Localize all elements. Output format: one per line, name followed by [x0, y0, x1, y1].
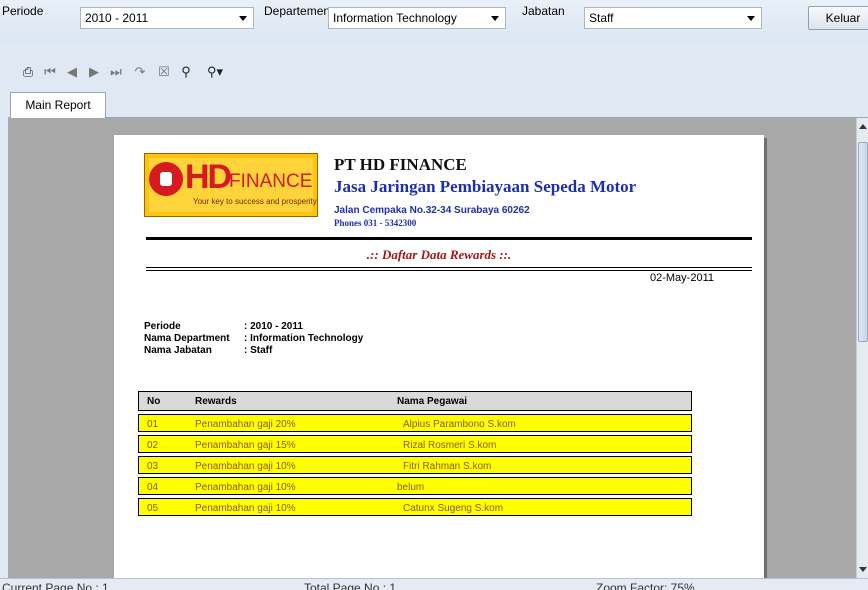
- company-name: PT HD FINANCE: [334, 155, 467, 174]
- departemen-value: Information Technology: [333, 11, 457, 25]
- table-header: No Rewards Nama Pegawai: [138, 391, 692, 411]
- zoom-status: Zoom Factor: 75%: [596, 581, 695, 590]
- company-slogan: Jasa Jaringan Pembiayaan Sepeda Motor: [334, 177, 637, 196]
- total-page-status: Total Page No.: 1: [304, 581, 397, 590]
- last-page-icon[interactable]: ⏭: [108, 64, 124, 80]
- company-address: Jalan Cempaka No.32-34 Surabaya 60262: [334, 205, 530, 216]
- table-row: 05 Penambahan gaji 10% Catunx Sugeng S.k…: [138, 498, 692, 516]
- info-jabatan: Nama Jabatan: Staff: [144, 345, 273, 356]
- goto-page-icon[interactable]: ↷: [132, 64, 148, 80]
- zoom-icon[interactable]: ⚲▾: [202, 64, 228, 80]
- tab-strip: [8, 92, 868, 118]
- jabatan-select[interactable]: Staff: [584, 7, 762, 29]
- company-phone: Phones 031 - 5342300: [334, 218, 417, 228]
- info-department: Nama Department: Information Technology: [144, 333, 364, 344]
- scroll-down-icon[interactable]: [859, 567, 867, 572]
- close-view-icon[interactable]: ☒: [156, 64, 172, 80]
- report-toolbar: [0, 58, 868, 88]
- title-divider-bottom: [146, 270, 752, 271]
- vertical-scrollbar[interactable]: [856, 118, 868, 578]
- report-viewer[interactable]: HD FINANCE Your key to success and prosp…: [8, 118, 868, 578]
- periode-value: 2010 - 2011: [85, 11, 149, 25]
- table-row: 03 Penambahan gaji 10% Fitri Rahman S.ko…: [138, 456, 692, 474]
- current-page-status: Current Page No.: 1: [2, 581, 109, 590]
- jabatan-value: Staff: [589, 11, 614, 25]
- company-logo: HD FINANCE Your key to success and prosp…: [144, 153, 318, 217]
- find-icon[interactable]: ⚲: [178, 64, 194, 80]
- report-page: HD FINANCE Your key to success and prosp…: [114, 135, 764, 578]
- chevron-down-icon: [491, 16, 499, 21]
- periode-select[interactable]: 2010 - 2011: [80, 7, 254, 29]
- table-row: 01 Penambahan gaji 20% Alpius Parambono …: [138, 414, 692, 432]
- report-title: .:: Daftar Data Rewards ::.: [366, 247, 512, 262]
- scroll-thumb[interactable]: [858, 142, 868, 342]
- filter-bar: Periode 2010 - 2011 Departemen Informati…: [0, 0, 868, 44]
- next-page-icon[interactable]: ▶: [86, 64, 102, 80]
- title-divider-top: [146, 267, 752, 268]
- status-bar: Current Page No.: 1 Total Page No.: 1 Zo…: [0, 578, 868, 590]
- first-page-icon[interactable]: ⏮: [42, 64, 58, 80]
- departemen-select[interactable]: Information Technology: [328, 7, 506, 29]
- departemen-label: Departemen: [264, 4, 331, 18]
- table-row: 04 Penambahan gaji 10% belum: [138, 477, 692, 495]
- report-date: 02-May-2011: [650, 272, 714, 284]
- chevron-down-icon: [239, 16, 247, 21]
- chevron-down-icon: [747, 16, 755, 21]
- info-periode: Periode: 2010 - 2011: [144, 321, 303, 332]
- rewards-table: No Rewards Nama Pegawai 01 Penambahan ga…: [138, 391, 692, 516]
- table-row: 02 Penambahan gaji 15% Rizal Rosmeri S.k…: [138, 435, 692, 453]
- exit-button[interactable]: Keluar: [808, 6, 868, 30]
- print-icon[interactable]: ⎙: [20, 64, 36, 80]
- header-divider: [146, 237, 752, 240]
- periode-label: Periode: [2, 4, 44, 18]
- jabatan-label: Jabatan: [522, 4, 565, 18]
- previous-page-icon[interactable]: ◀: [64, 64, 80, 80]
- tab-main-report[interactable]: Main Report: [10, 92, 106, 118]
- scroll-up-icon[interactable]: [859, 124, 867, 129]
